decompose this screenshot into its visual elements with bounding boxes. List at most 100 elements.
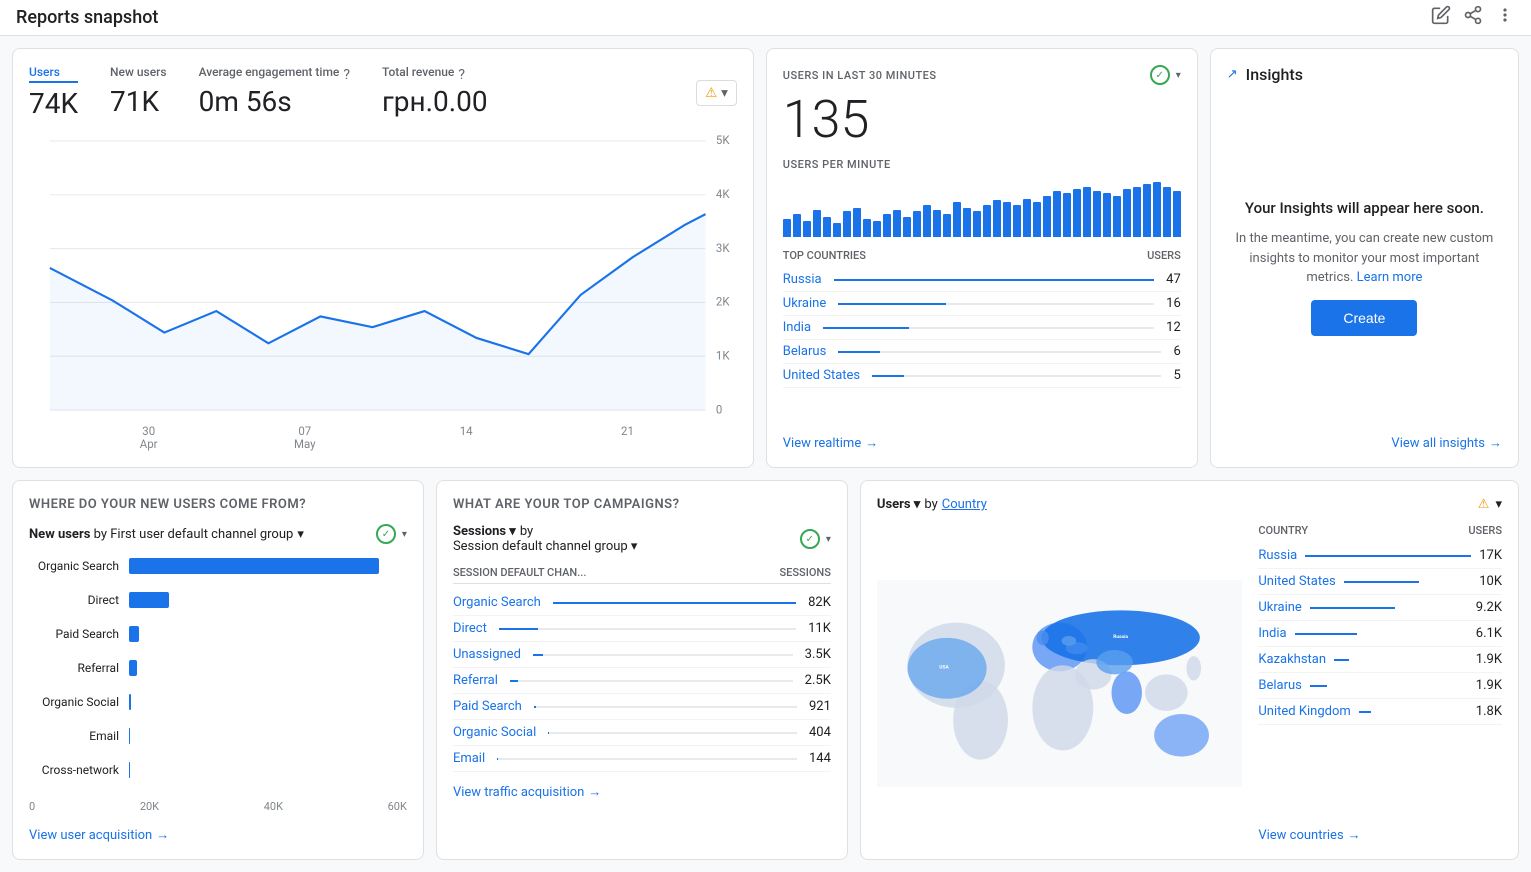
geo-country-name[interactable]: Belarus bbox=[1258, 678, 1302, 693]
new-users-label[interactable]: New users bbox=[110, 65, 167, 81]
revenue-help-icon[interactable]: ? bbox=[458, 67, 465, 83]
geo-country-name[interactable]: Kazakhstan bbox=[1258, 652, 1326, 667]
camp-bar-wrap bbox=[534, 706, 797, 708]
svg-text:3K: 3K bbox=[716, 241, 730, 255]
camp-name[interactable]: Referral bbox=[453, 673, 498, 688]
metric-users: Users 74K bbox=[29, 65, 78, 120]
top-row: Users 74K New users 71K Average engageme… bbox=[12, 48, 1519, 468]
hbar-row: Email bbox=[29, 728, 407, 744]
geo-country-value: 1.9K bbox=[1476, 652, 1502, 667]
users-label[interactable]: Users bbox=[29, 65, 78, 83]
geo-country-value: 9.2K bbox=[1476, 600, 1502, 615]
view-user-acquisition-link[interactable]: View user acquisition → bbox=[29, 827, 407, 843]
realtime-card: USERS IN LAST 30 MINUTES ✓ ▾ 135 USERS P… bbox=[766, 48, 1198, 468]
country-bar-wrap bbox=[823, 327, 1154, 329]
geo-country-name[interactable]: Ukraine bbox=[1258, 600, 1301, 615]
view-countries-link[interactable]: View countries → bbox=[1258, 827, 1502, 843]
realtime-dropdown-arrow[interactable]: ▾ bbox=[1176, 70, 1181, 81]
geo-country-name[interactable]: Russia bbox=[1258, 548, 1297, 563]
geo-country-name[interactable]: United States bbox=[1258, 574, 1335, 589]
new-users-dropdown[interactable]: ▾ bbox=[402, 529, 407, 540]
camp-name[interactable]: Organic Social bbox=[453, 725, 536, 740]
country-bar-wrap bbox=[838, 351, 1161, 353]
realtime-header: USERS IN LAST 30 MINUTES ✓ ▾ bbox=[783, 65, 1181, 85]
hbar-label: Paid Search bbox=[29, 627, 129, 641]
new-users-section: WHERE DO YOUR NEW USERS COME FROM? New u… bbox=[12, 480, 424, 860]
metric-revenue: Total revenue ? грн.0.00 bbox=[382, 65, 488, 120]
camp-bar-wrap bbox=[553, 602, 796, 604]
country-value: 6 bbox=[1173, 344, 1180, 359]
geo-country-name[interactable]: United Kingdom bbox=[1258, 704, 1350, 719]
avg-engagement-label[interactable]: Average engagement time bbox=[199, 65, 340, 81]
geo-dropdown[interactable]: ▾ bbox=[1495, 497, 1502, 512]
insights-trend-icon: ↗ bbox=[1227, 67, 1238, 82]
upm-bar bbox=[843, 211, 851, 237]
top-countries-table: TOP COUNTRIES USERS Russia 47 Ukraine 16… bbox=[783, 249, 1181, 423]
upm-bar bbox=[1083, 187, 1091, 237]
country-name[interactable]: India bbox=[783, 320, 811, 335]
camp-row: Unassigned 3.5K bbox=[453, 642, 831, 668]
upm-bar bbox=[1103, 193, 1111, 237]
view-all-insights-link[interactable]: View all insights → bbox=[1391, 435, 1502, 451]
geo-country-row: Russia 17K bbox=[1258, 543, 1502, 569]
camp-name[interactable]: Unassigned bbox=[453, 647, 521, 662]
campaigns-section-title: WHAT ARE YOUR TOP CAMPAIGNS? bbox=[453, 497, 831, 512]
geo-status: ⚠ ▾ bbox=[1478, 497, 1502, 512]
upm-bar bbox=[923, 205, 931, 237]
world-map: USA Russia bbox=[877, 524, 1242, 843]
revenue-label[interactable]: Total revenue bbox=[382, 65, 454, 81]
channel-group-label[interactable]: Session default channel group ▾ bbox=[453, 539, 638, 554]
upm-bar bbox=[973, 211, 981, 237]
hbar-row: Organic Social bbox=[29, 694, 407, 710]
new-users-chart-title: New users by First user default channel … bbox=[29, 527, 293, 542]
view-realtime-link[interactable]: View realtime → bbox=[783, 435, 1181, 451]
metric-avg-engagement: Average engagement time ? 0m 56s bbox=[199, 65, 350, 120]
learn-more-link[interactable]: Learn more bbox=[1357, 270, 1423, 285]
country-name[interactable]: Ukraine bbox=[783, 296, 826, 311]
arrow-right-icon: → bbox=[588, 784, 601, 800]
camp-name[interactable]: Direct bbox=[453, 621, 487, 636]
geo-country-name[interactable]: India bbox=[1258, 626, 1286, 641]
new-users-filter-row: New users by First user default channel … bbox=[29, 524, 407, 544]
camp-name[interactable]: Email bbox=[453, 751, 485, 766]
geo-bar bbox=[1310, 607, 1395, 609]
hbar-track bbox=[129, 762, 407, 778]
view-traffic-link[interactable]: View traffic acquisition → bbox=[453, 784, 831, 800]
campaigns-dropdown[interactable]: ▾ bbox=[826, 534, 831, 545]
arrow-right-icon: → bbox=[1489, 435, 1502, 451]
camp-rows: Organic Search 82K Direct 11K Unassigned… bbox=[453, 590, 831, 772]
camp-row: Email 144 bbox=[453, 746, 831, 772]
metrics-card: Users 74K New users 71K Average engageme… bbox=[12, 48, 754, 468]
country-row: United States 5 bbox=[783, 364, 1181, 388]
upm-bar bbox=[983, 205, 991, 237]
new-users-filter-btn[interactable]: New users by First user default channel … bbox=[29, 527, 304, 542]
sessions-label[interactable]: Sessions ▾ bbox=[453, 524, 516, 539]
new-users-card: WHERE DO YOUR NEW USERS COME FROM? New u… bbox=[12, 480, 424, 860]
users-metric-label[interactable]: Users ▾ bbox=[877, 497, 920, 512]
country-name[interactable]: United States bbox=[783, 368, 860, 383]
country-row: India 12 bbox=[783, 316, 1181, 340]
country-value: 12 bbox=[1166, 320, 1181, 335]
more-options-icon[interactable] bbox=[1495, 5, 1515, 30]
create-button[interactable]: Create bbox=[1311, 300, 1417, 336]
upm-bar bbox=[1063, 193, 1071, 237]
help-icon[interactable]: ? bbox=[343, 67, 350, 83]
svg-text:0: 0 bbox=[716, 402, 722, 416]
upm-bar bbox=[953, 202, 961, 237]
alert-button[interactable]: ⚠ ▾ bbox=[696, 80, 737, 106]
geo-bar bbox=[1344, 581, 1419, 583]
hbar-fill bbox=[129, 728, 130, 744]
camp-col1-label: SESSION DEFAULT CHAN... bbox=[453, 566, 586, 579]
camp-name[interactable]: Organic Search bbox=[453, 595, 541, 610]
geo-bar-wrap bbox=[1344, 581, 1471, 583]
edit-icon[interactable] bbox=[1431, 5, 1451, 30]
upm-bar bbox=[943, 214, 951, 237]
country-name[interactable]: Belarus bbox=[783, 344, 827, 359]
svg-text:21: 21 bbox=[621, 424, 634, 438]
country-name[interactable]: Russia bbox=[783, 272, 822, 287]
new-users-section-title: WHERE DO YOUR NEW USERS COME FROM? bbox=[29, 497, 407, 512]
country-dimension-label[interactable]: Country bbox=[942, 497, 987, 512]
camp-name[interactable]: Paid Search bbox=[453, 699, 522, 714]
geo-country-value: 10K bbox=[1479, 574, 1502, 589]
share-icon[interactable] bbox=[1463, 5, 1483, 30]
